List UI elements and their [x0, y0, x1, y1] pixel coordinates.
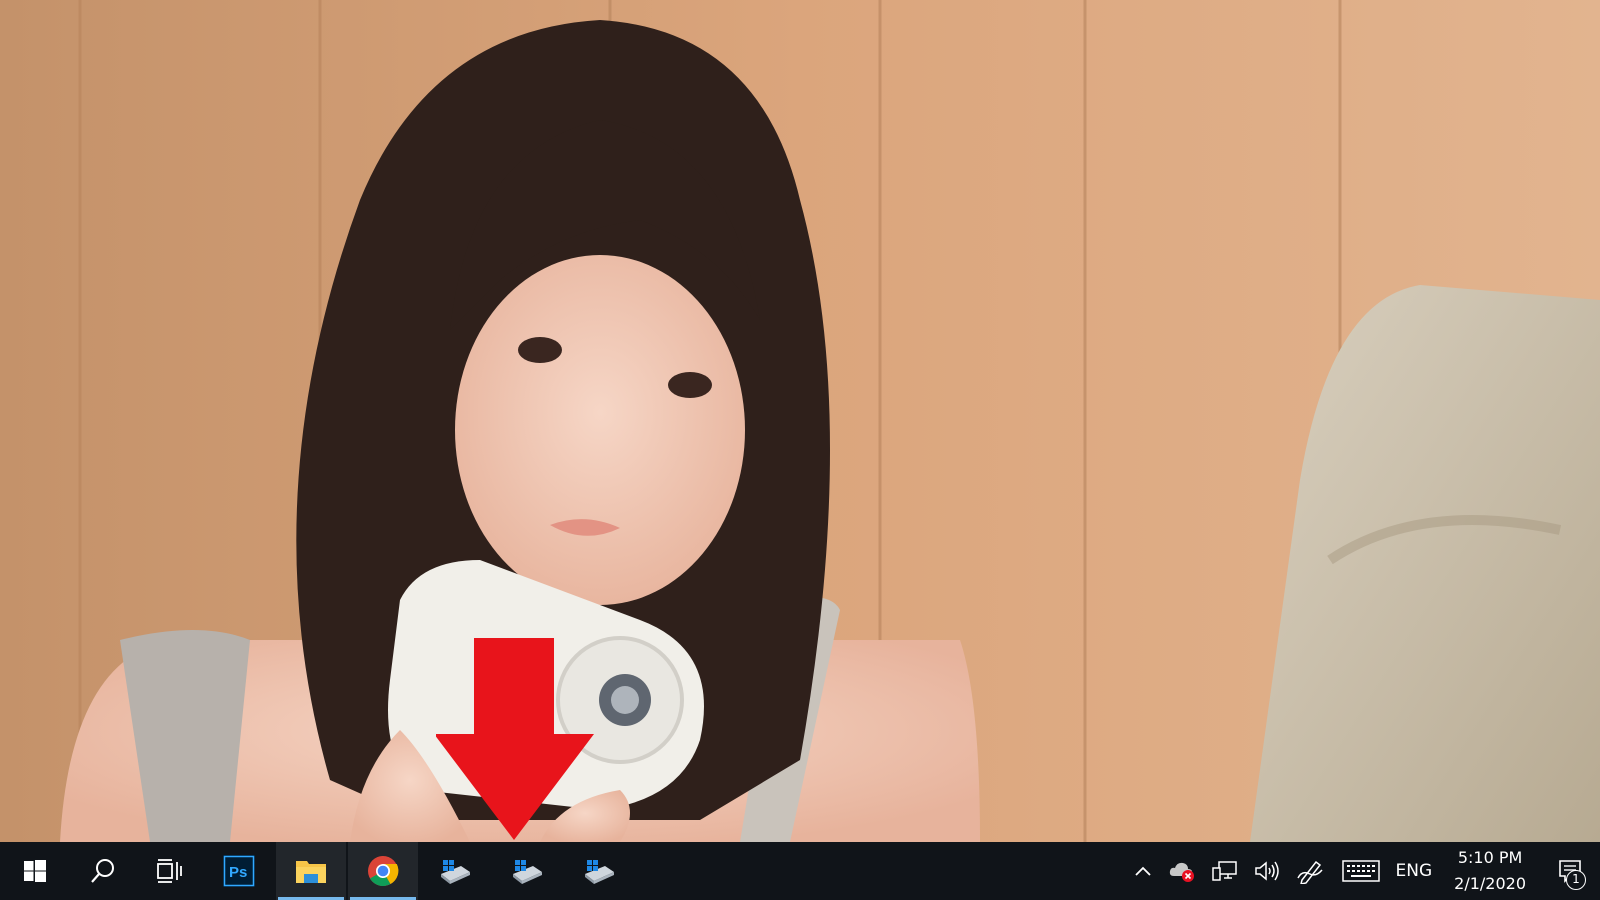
search-button[interactable]	[70, 842, 136, 900]
desktop[interactable]	[0, 0, 1600, 842]
file-explorer-app[interactable]	[276, 842, 346, 900]
action-center-button[interactable]: 1	[1540, 842, 1600, 900]
input-language-indicator[interactable]: ENG	[1388, 842, 1441, 900]
generic-program-icon	[513, 860, 542, 884]
chrome-icon	[368, 856, 399, 887]
photoshop-icon: Ps	[223, 855, 255, 887]
wallpaper-image	[0, 0, 1600, 842]
volume-icon	[1254, 861, 1279, 881]
search-icon	[91, 859, 114, 883]
chrome-app[interactable]	[348, 842, 418, 900]
touch-keyboard-button[interactable]	[1334, 842, 1388, 900]
show-hidden-icons-button[interactable]	[1126, 842, 1160, 900]
network-icon	[1211, 861, 1237, 881]
generic-program-icon	[441, 860, 470, 884]
photoshop-label: Ps	[229, 864, 247, 881]
red-down-arrow-annotation	[436, 638, 594, 840]
clock-button[interactable]: 5:10 PM 2/1/2020	[1440, 842, 1540, 900]
clock-time: 5:10 PM	[1457, 848, 1523, 867]
volume-button[interactable]	[1246, 842, 1288, 900]
task-view-icon	[157, 859, 182, 883]
clock-date: 2/1/2020	[1454, 874, 1526, 893]
pen-icon	[1296, 860, 1323, 884]
system-tray: ENG 5:10 PM 2/1/2020 1	[1126, 842, 1600, 900]
photoshop-app[interactable]: Ps	[204, 842, 274, 900]
generic-program-icon	[585, 860, 614, 884]
keyboard-icon	[1341, 860, 1380, 882]
program-app-1[interactable]	[420, 842, 490, 900]
start-button[interactable]	[0, 842, 70, 900]
chevron-up-icon	[1134, 866, 1151, 876]
taskbar: Ps ENG 5:10 PM 2/1/2020 1	[0, 842, 1600, 900]
pen-workspace-button[interactable]	[1288, 842, 1334, 900]
task-view-button[interactable]	[136, 842, 202, 900]
program-app-3[interactable]	[564, 842, 634, 900]
notification-count-badge: 1	[1566, 870, 1586, 890]
network-button[interactable]	[1204, 842, 1246, 900]
program-app-2[interactable]	[492, 842, 562, 900]
cloud-status-button[interactable]	[1160, 842, 1204, 900]
cloud-error-icon	[1169, 862, 1194, 882]
folder-icon	[296, 861, 326, 883]
windows-logo-icon	[24, 860, 46, 882]
